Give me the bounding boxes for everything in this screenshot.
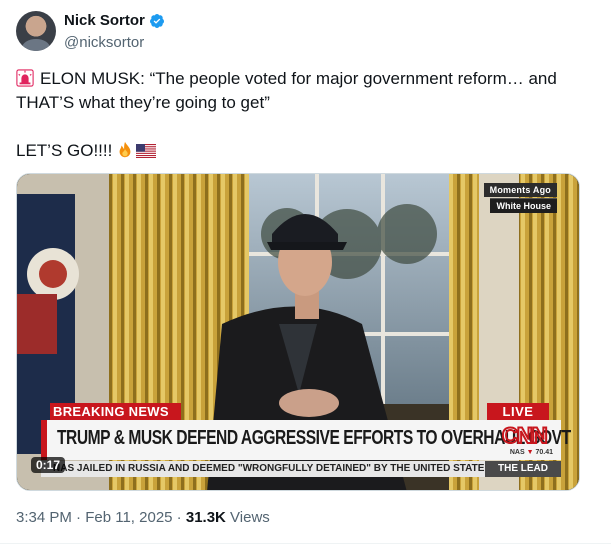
broadcast-time-label: Moments Ago xyxy=(483,183,557,197)
cnn-logo-icon: CNN xyxy=(501,423,549,447)
video-player[interactable]: Moments Ago White House BREAKING NEWS LI… xyxy=(16,173,580,491)
ticker-symbol: NAS xyxy=(509,449,525,456)
us-flag-icon xyxy=(136,144,157,158)
author-display-name[interactable]: Nick Sortor xyxy=(64,12,145,29)
tweet-meta: 3:34 PM · Feb 11, 2025 · 31.3K Views xyxy=(16,509,270,526)
author-avatar[interactable] xyxy=(16,11,56,51)
tweet-text: ELON MUSK: “The people voted for major g… xyxy=(16,67,596,163)
market-ticker: NAS ▼ 70.41 xyxy=(510,449,553,456)
author-name-row: Nick Sortor xyxy=(64,12,165,29)
views-count: 31.3K xyxy=(185,509,226,526)
tweet-date[interactable]: Feb 11, 2025 xyxy=(85,509,172,526)
ticker-value: 70.41 xyxy=(535,449,553,456)
broadcast-location-label: White House xyxy=(490,198,557,213)
rotating-light-icon xyxy=(16,69,34,87)
cnn-logo-text: CNN xyxy=(502,423,547,447)
tweet-line-3-text: LET’S GO!!!! xyxy=(16,141,113,160)
breaking-news-banner: BREAKING NEWS xyxy=(50,403,181,420)
author-handle[interactable]: @nicksortor xyxy=(64,34,144,51)
video-duration: 0:17 xyxy=(31,457,66,473)
views-label: Views xyxy=(225,509,270,526)
tweet-line-1: ELON MUSK: “The people voted for major g… xyxy=(16,67,596,91)
divider xyxy=(0,543,611,544)
verified-badge-icon xyxy=(149,13,164,28)
tweet-line-1-text: ELON MUSK: “The people voted for major g… xyxy=(40,69,557,88)
live-badge: LIVE xyxy=(487,403,549,420)
tweet-line-2: THAT’S what they’re going to get” xyxy=(16,93,270,112)
meta-separator: · xyxy=(71,509,86,526)
chyron-bar: TRUMP & MUSK DEFEND AGGRESSIVE EFFORTS T… xyxy=(41,420,571,460)
chyron-headline: TRUMP & MUSK DEFEND AGGRESSIVE EFFORTS T… xyxy=(57,427,571,449)
crawl-show-tag: THE LEAD xyxy=(485,461,561,477)
tweet-time[interactable]: 3:34 PM xyxy=(16,509,72,526)
news-crawl: NAS JAILED IN RUSSIA AND DEEMED "WRONGFU… xyxy=(41,461,561,477)
ticker-down-arrow-icon: ▼ xyxy=(526,449,534,456)
tweet-line-3: LET’S GO!!!! xyxy=(16,139,596,163)
meta-separator-2: · xyxy=(172,509,186,526)
fire-icon xyxy=(119,141,131,158)
